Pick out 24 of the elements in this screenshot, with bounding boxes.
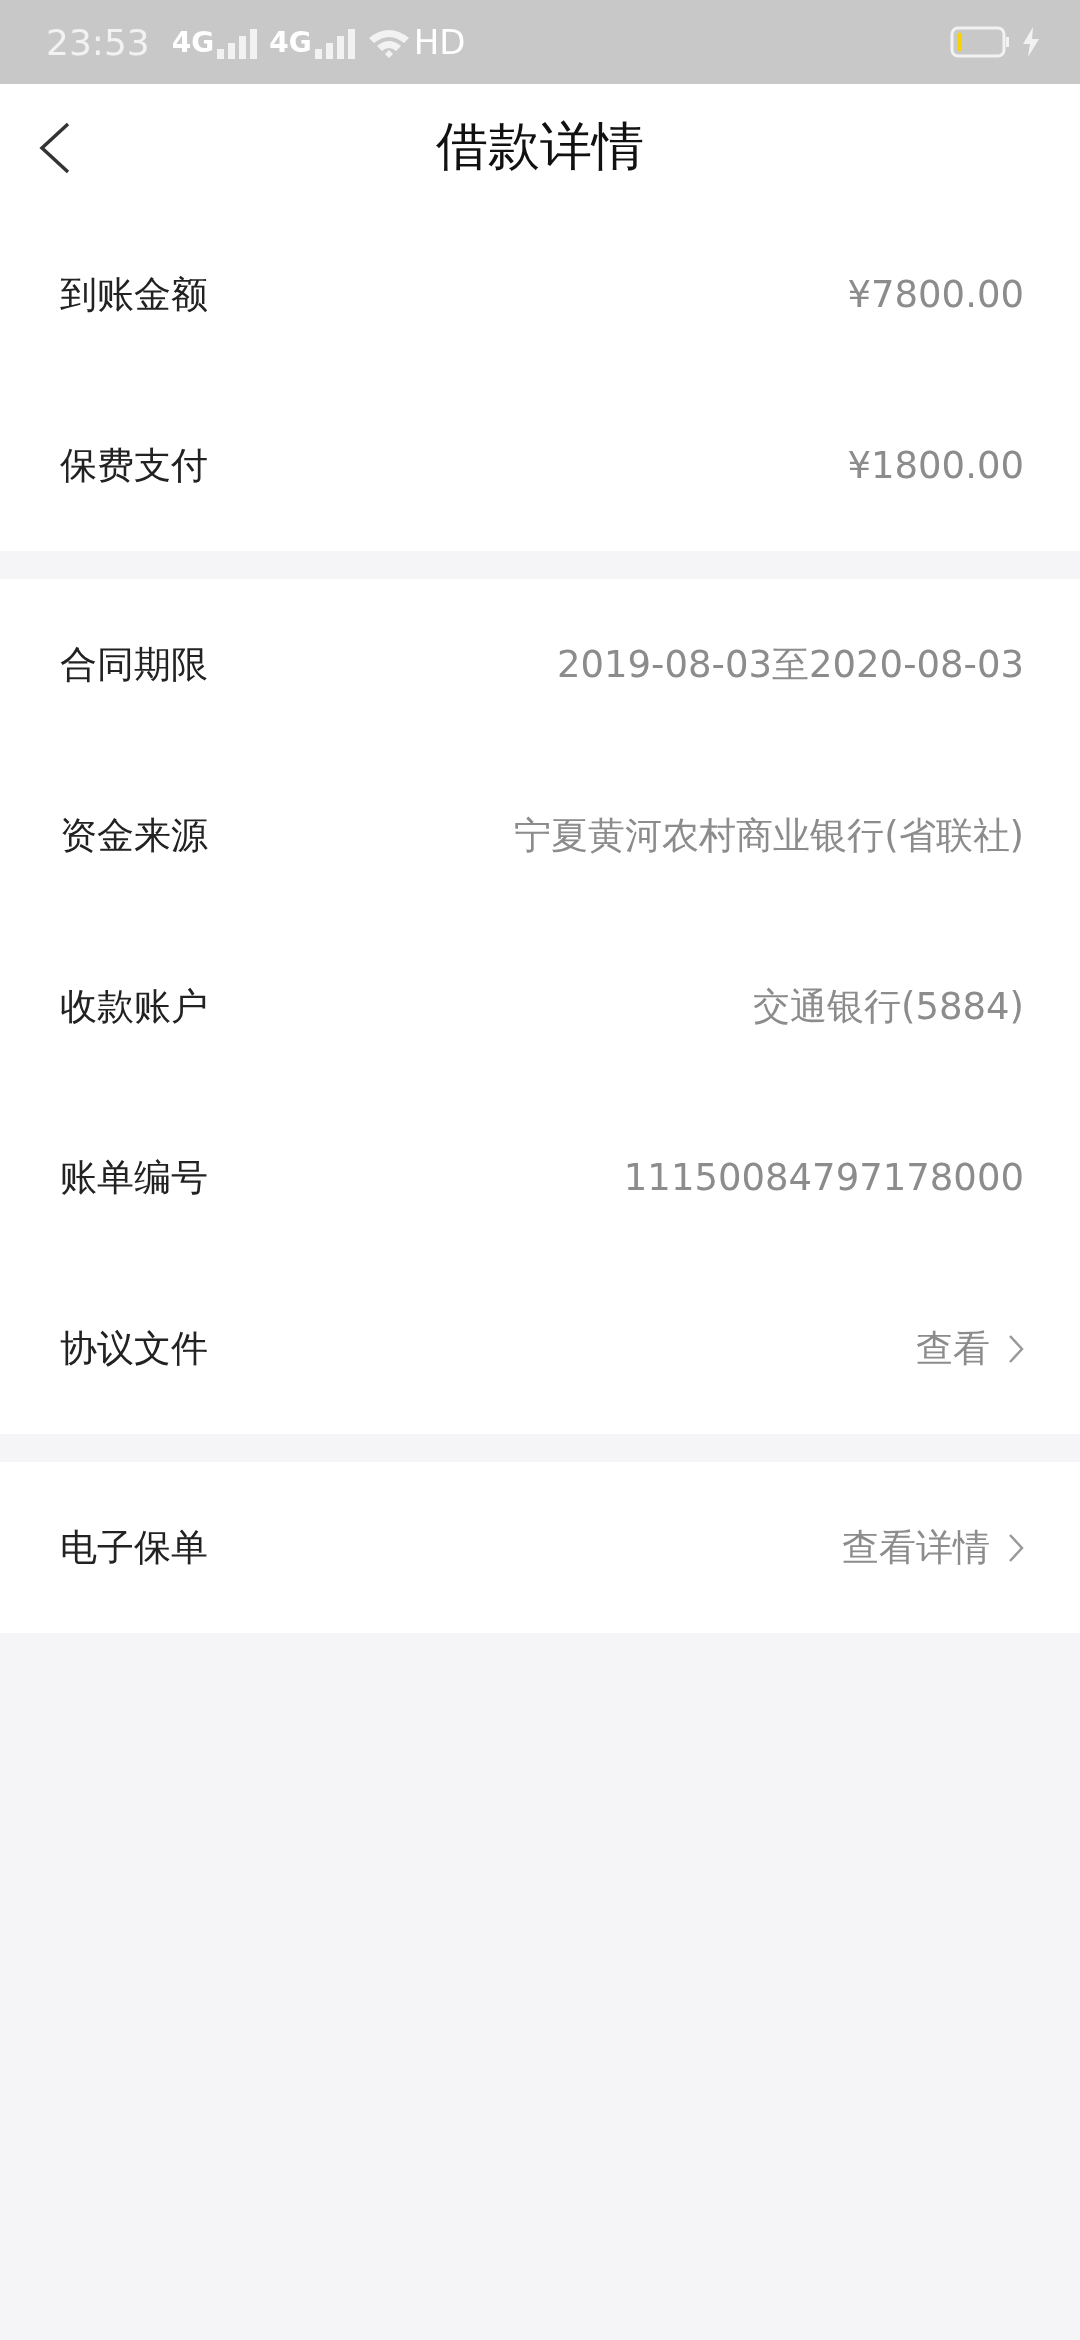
- row-label: 资金来源: [60, 812, 208, 859]
- signal-icon: [314, 28, 355, 59]
- chevron-right-icon: [1008, 1532, 1024, 1563]
- back-icon[interactable]: [38, 122, 72, 174]
- row-label: 合同期限: [60, 641, 208, 688]
- row-label: 到账金额: [60, 271, 208, 318]
- row-value: 交通银行(5884): [752, 983, 1024, 1030]
- row-label: 保费支付: [60, 442, 208, 489]
- battery-icon: [950, 26, 1010, 58]
- row-value: ¥1800.00: [847, 444, 1024, 487]
- row-value: 11150084797178000: [623, 1156, 1024, 1199]
- row-label: 账单编号: [60, 1154, 208, 1201]
- chevron-right-icon: [1008, 1333, 1024, 1364]
- view-link[interactable]: 查看详情: [842, 1522, 1024, 1573]
- row-value: 2019-08-03至2020-08-03: [556, 641, 1024, 688]
- charging-icon: [1022, 27, 1040, 57]
- row-label: 收款账户: [60, 983, 208, 1030]
- signal-icon: [217, 28, 258, 59]
- row-label: 电子保单: [60, 1524, 208, 1571]
- row-value: ¥7800.00: [847, 273, 1024, 316]
- row-value: 宁夏黄河农村商业银行(省联社): [514, 812, 1024, 859]
- row-label: 协议文件: [60, 1325, 208, 1372]
- view-link[interactable]: 查看: [916, 1323, 1024, 1374]
- page-title: 借款详情: [436, 114, 644, 178]
